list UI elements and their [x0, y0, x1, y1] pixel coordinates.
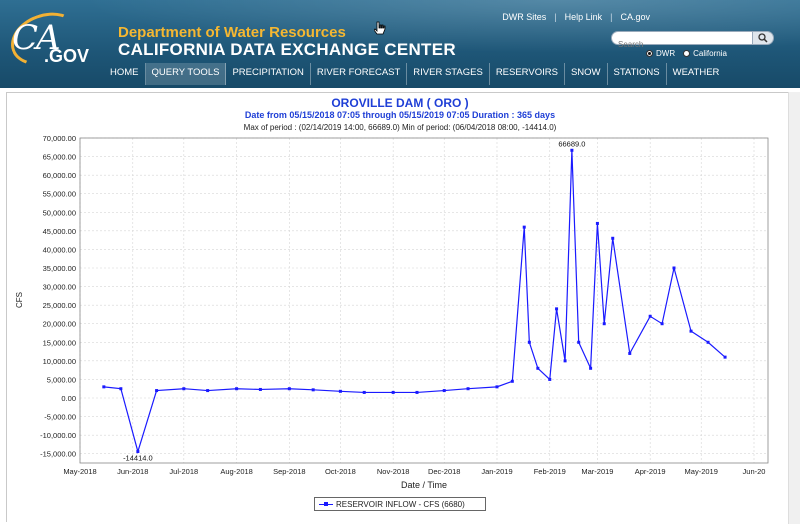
y-tick-label: 55,000.00: [43, 190, 76, 199]
data-point: [466, 387, 470, 391]
data-point: [527, 340, 531, 344]
series-line-reservoir-inflow: [103, 150, 726, 454]
data-point: [119, 387, 123, 391]
data-point: [495, 385, 499, 389]
y-tick-label: 10,000.00: [43, 357, 76, 366]
x-tick-label: Jan-2019: [481, 467, 512, 476]
y-tick-label: 60,000.00: [43, 171, 76, 180]
x-tick-label: Mar-2019: [581, 467, 613, 476]
data-point: [338, 389, 342, 393]
legend-label: RESERVOIR INFLOW - CFS (6680): [336, 499, 465, 509]
legend-swatch: [319, 501, 333, 506]
x-tick-label: Sep-2018: [273, 467, 306, 476]
data-point: [287, 387, 291, 391]
data-point: [611, 236, 615, 240]
y-tick-label: 35,000.00: [43, 264, 76, 273]
y-tick-label: 65,000.00: [43, 153, 76, 162]
x-axis-label: Date / Time: [401, 480, 447, 490]
data-point: [102, 385, 106, 389]
y-tick-label: -5,000.00: [44, 413, 76, 422]
x-tick-label: May-2019: [685, 467, 718, 476]
reservoir-inflow-chart: -15,000.00 -10,000.00 -5,000.00 0.00 5,000.0…: [15, 134, 769, 490]
data-point: [672, 266, 676, 270]
data-point: [206, 389, 210, 393]
data-point: [510, 379, 514, 383]
data-point: [589, 366, 593, 370]
data-point: [595, 221, 599, 225]
y-tick-label: 50,000.00: [43, 208, 76, 217]
annotation-label: 66689.0: [558, 139, 585, 148]
x-tick-label: Aug-2018: [220, 467, 253, 476]
x-tick-label: Apr-2019: [635, 467, 666, 476]
data-point: [570, 148, 574, 152]
y-tick-label: 20,000.00: [43, 320, 76, 329]
y-tick-label: 45,000.00: [43, 227, 76, 236]
x-axis-ticks: May-2018 Jun-2018 Jul-2018 Aug-2018 Sep-2018…: [63, 467, 765, 476]
chart-annotations: 66689.0 -14414.0: [123, 139, 585, 462]
plot-area-border: [79, 137, 769, 464]
data-point: [660, 322, 664, 326]
data-point: [548, 377, 552, 381]
x-tick-label: Nov-2018: [377, 467, 410, 476]
chart-grid: [79, 137, 768, 463]
y-tick-label: 25,000.00: [43, 301, 76, 310]
y-tick-label: -10,000.00: [40, 431, 76, 440]
y-tick-label: 40,000.00: [43, 245, 76, 254]
data-point: [258, 387, 262, 391]
x-tick-label: Jul-2018: [169, 467, 198, 476]
data-point: [362, 390, 366, 394]
x-tick-label: Oct-2018: [325, 467, 356, 476]
chart-legend: RESERVOIR INFLOW - CFS (6680): [314, 497, 486, 511]
y-axis-ticks: -15,000.00 -10,000.00 -5,000.00 0.00 5,000.0…: [40, 134, 76, 459]
data-point: [311, 388, 315, 392]
y-tick-label: 70,000.00: [43, 134, 76, 143]
data-point: [155, 389, 159, 393]
data-point: [577, 340, 581, 344]
y-tick-label: 15,000.00: [43, 338, 76, 347]
y-axis-label: CFS: [15, 292, 24, 308]
annotation-label: -14414.0: [123, 454, 153, 463]
x-tick-label: Feb-2019: [534, 467, 566, 476]
x-tick-label: Jun-20: [743, 467, 766, 476]
data-point: [555, 307, 559, 311]
y-tick-label: -15,000.00: [40, 450, 76, 459]
data-point: [706, 340, 710, 344]
data-point: [689, 329, 693, 333]
y-tick-label: 30,000.00: [43, 283, 76, 292]
data-point: [648, 314, 652, 318]
data-point: [522, 225, 526, 229]
x-tick-label: May-2018: [63, 467, 96, 476]
data-point: [442, 389, 446, 393]
data-point: [415, 390, 419, 394]
data-point: [235, 387, 239, 391]
data-point: [563, 359, 567, 363]
data-point: [628, 351, 632, 355]
data-point: [602, 322, 606, 326]
x-tick-label: Dec-2018: [428, 467, 461, 476]
chart-series: [102, 148, 727, 454]
data-point: [723, 355, 727, 359]
y-tick-label: 5,000.00: [47, 375, 76, 384]
y-tick-label: 0.00: [61, 394, 76, 403]
data-point: [391, 390, 395, 394]
x-tick-label: Jun-2018: [117, 467, 148, 476]
data-point: [182, 387, 186, 391]
data-point: [536, 366, 540, 370]
